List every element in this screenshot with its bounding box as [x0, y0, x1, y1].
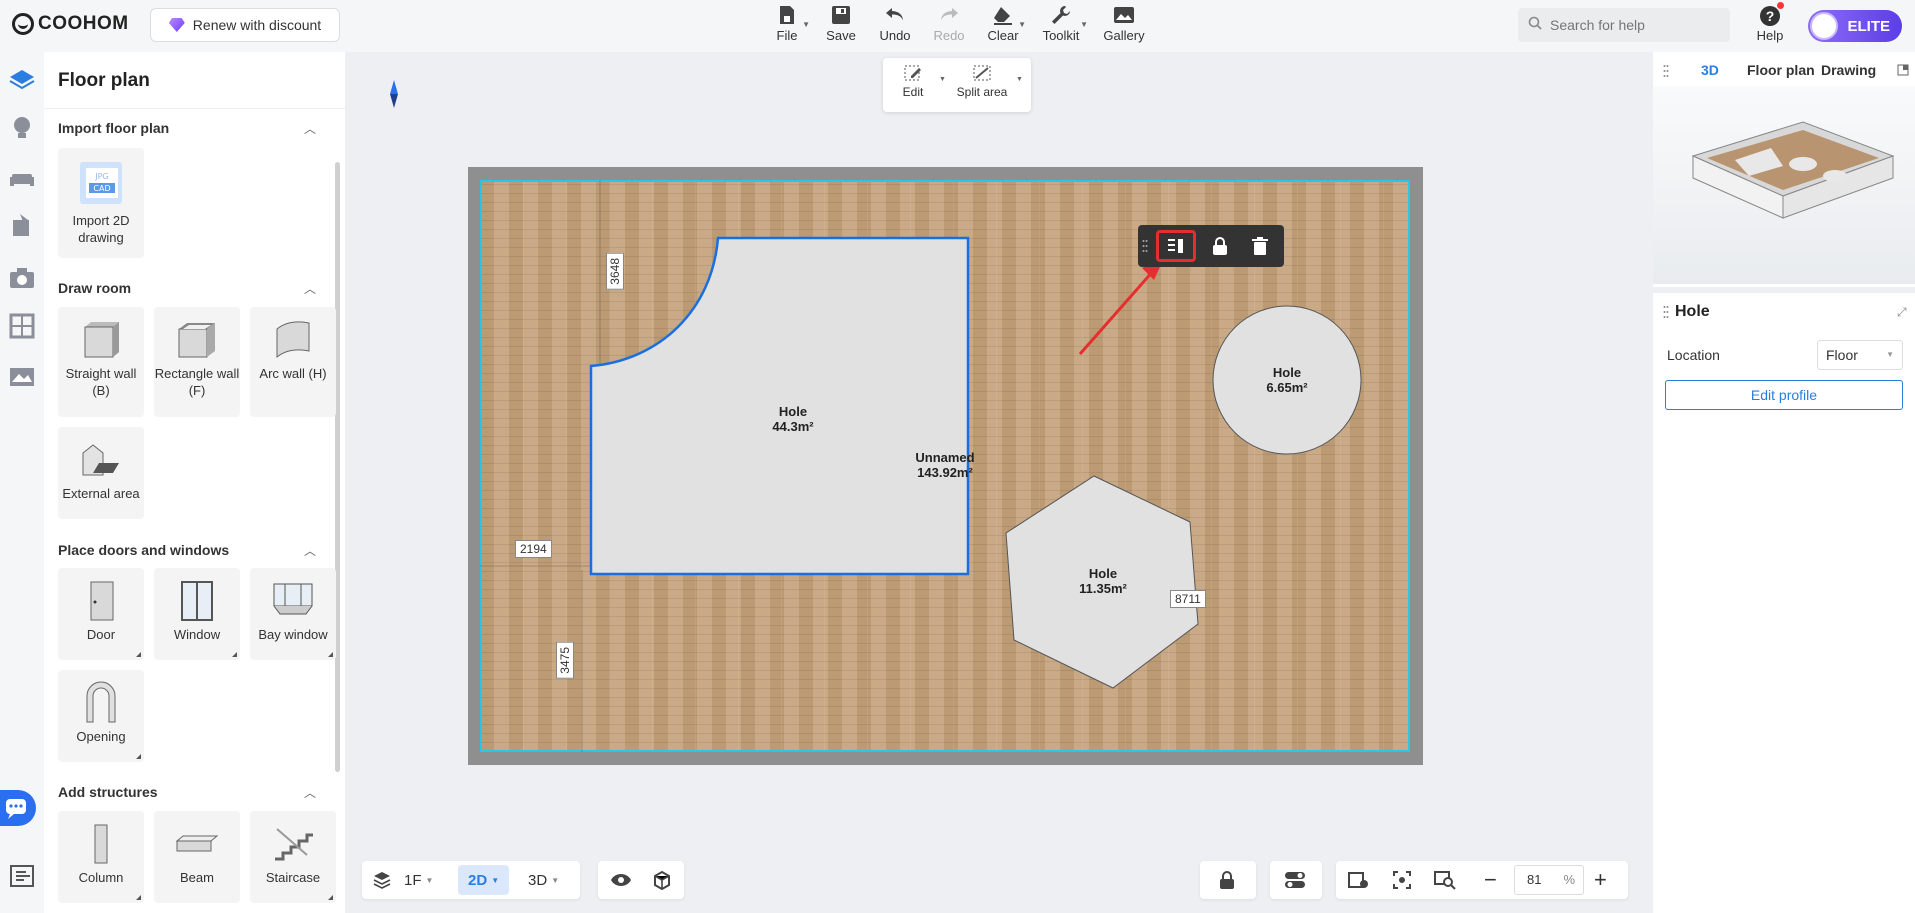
visibility-button[interactable]: [610, 861, 632, 899]
display-controls: [598, 861, 684, 899]
preview-tabs: 3D Floor plan Drawing: [1653, 62, 1915, 82]
expand-preview-icon[interactable]: [1897, 63, 1909, 81]
room-area: 6.65m²: [1266, 380, 1308, 395]
zoom-search-icon: [1434, 871, 1456, 890]
room-area: 11.35m²: [1079, 581, 1127, 596]
chevron-down-icon: ▼: [491, 875, 500, 885]
zoom-unit: %: [1563, 872, 1575, 887]
lock-canvas-button[interactable]: [1218, 861, 1236, 899]
location-label: Location: [1667, 347, 1720, 363]
floor-selector[interactable]: 1F ▼: [372, 861, 433, 899]
dimension-label[interactable]: 2194: [515, 540, 552, 558]
properties-icon: [1168, 239, 1183, 253]
fit-view-button[interactable]: [1392, 861, 1412, 899]
edit-profile-button[interactable]: Edit profile: [1665, 380, 1903, 410]
room-label-hole-circle: Hole 6.65m²: [1252, 365, 1322, 395]
lock-icon: [1213, 237, 1227, 255]
trash-icon: [1252, 237, 1268, 255]
chevron-down-icon: ▼: [1886, 350, 1894, 359]
3d-box-button[interactable]: [652, 861, 672, 899]
chevron-down-icon: ▼: [551, 875, 560, 885]
view-3d-label: 3D: [528, 871, 548, 889]
view-settings-icon: [1348, 872, 1368, 888]
preview-panel: 3D Floor plan Drawing: [1653, 52, 1915, 287]
selection-context-toolbar: [1138, 225, 1284, 267]
tab-drawing[interactable]: Drawing: [1821, 62, 1876, 78]
room-area: 143.92m²: [917, 465, 973, 480]
lock-button[interactable]: [1204, 230, 1236, 262]
3d-model-preview: [1691, 121, 1895, 219]
eye-icon: [611, 874, 631, 886]
room-label-hole-large: Hole 44.3m²: [758, 404, 828, 434]
minus-icon: −: [1484, 867, 1497, 892]
view-2d-label: 2D: [468, 871, 488, 889]
toggle-control: [1270, 861, 1322, 899]
dimension-label[interactable]: 3648: [606, 253, 624, 290]
view-controls: 1F ▼ 2D ▼ 3D ▼: [362, 861, 580, 899]
properties-panel: Hole ⤢ Location Floor ▼ Edit profile: [1653, 293, 1915, 913]
room-name: Hole: [778, 404, 808, 419]
room-area: 44.3m²: [772, 419, 814, 434]
zoom-out-button[interactable]: −: [1484, 861, 1497, 899]
settings-toggle-button[interactable]: [1284, 861, 1306, 899]
expand-panel-icon[interactable]: ⤢: [1897, 305, 1907, 320]
room-label-unnamed: Unnamed 143.92m²: [905, 450, 985, 480]
room-name: Unnamed: [915, 450, 975, 465]
location-value: Floor: [1826, 347, 1858, 363]
lock-control: [1200, 861, 1256, 899]
zoom-in-button[interactable]: +: [1594, 861, 1607, 899]
tab-3d[interactable]: 3D: [1701, 62, 1719, 78]
room-label-hole-hexagon: Hole 11.35m²: [1068, 566, 1138, 596]
focus-icon: [1393, 871, 1411, 889]
toggle-icon: [1285, 872, 1305, 888]
view-settings-button[interactable]: [1348, 861, 1370, 899]
dimension-label[interactable]: 3475: [556, 642, 574, 679]
zoom-preview-button[interactable]: [1434, 861, 1456, 899]
room-name: Hole: [1272, 365, 1302, 380]
room-name: Hole: [1088, 566, 1118, 581]
cube-icon: [654, 870, 670, 890]
tab-floor-plan[interactable]: Floor plan: [1747, 62, 1815, 78]
selection-title: Hole: [1675, 303, 1710, 320]
drag-handle-icon[interactable]: [1140, 230, 1150, 262]
properties-button[interactable]: [1156, 230, 1196, 262]
view-3d-button[interactable]: 3D ▼: [528, 861, 559, 899]
view-2d-button[interactable]: 2D ▼: [458, 865, 510, 895]
zoom-value: 81: [1527, 872, 1542, 887]
dimension-label[interactable]: 8711: [1170, 590, 1206, 608]
annotation-arrow-line: [1078, 269, 1156, 355]
drag-handle-icon[interactable]: [1663, 305, 1669, 324]
zoom-controls: − +: [1336, 861, 1628, 899]
plus-icon: +: [1594, 867, 1607, 892]
lock-icon: [1220, 871, 1234, 889]
chevron-down-icon: ▼: [425, 875, 434, 885]
location-select[interactable]: Floor ▼: [1817, 340, 1903, 370]
delete-button[interactable]: [1244, 230, 1276, 262]
zoom-input[interactable]: 81 %: [1514, 865, 1584, 895]
floor-label: 1F: [404, 871, 422, 889]
layers-icon: [373, 872, 391, 889]
3d-preview-viewport[interactable]: [1653, 86, 1915, 284]
